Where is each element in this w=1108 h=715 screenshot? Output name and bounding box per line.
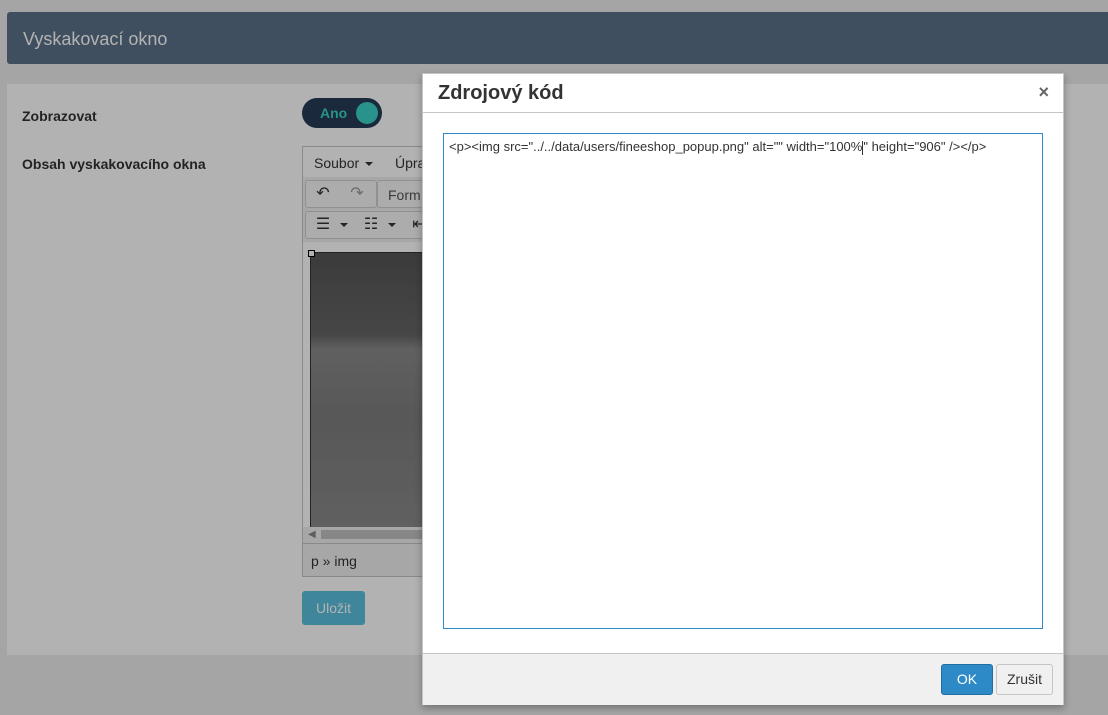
cancel-button[interactable]: Zrušit (996, 664, 1053, 695)
code-text-before-caret: <p><img src="../../data/users/fineeshop_… (449, 139, 863, 154)
source-code-dialog: Zdrojový kód × <p><img src="../../data/u… (422, 73, 1064, 705)
source-code-textarea[interactable]: <p><img src="../../data/users/fineeshop_… (443, 133, 1043, 629)
page: Vyskakovací okno Zobrazovat Ano Obsah vy… (0, 0, 1108, 715)
dialog-title: Zdrojový kód (438, 82, 564, 104)
dialog-footer: OK Zrušit (423, 653, 1063, 705)
code-text-after-caret: " height="906" /></p> (863, 139, 987, 154)
dialog-header: Zdrojový kód × (423, 74, 1063, 113)
close-icon[interactable]: × (1038, 82, 1049, 103)
ok-button[interactable]: OK (941, 664, 993, 695)
